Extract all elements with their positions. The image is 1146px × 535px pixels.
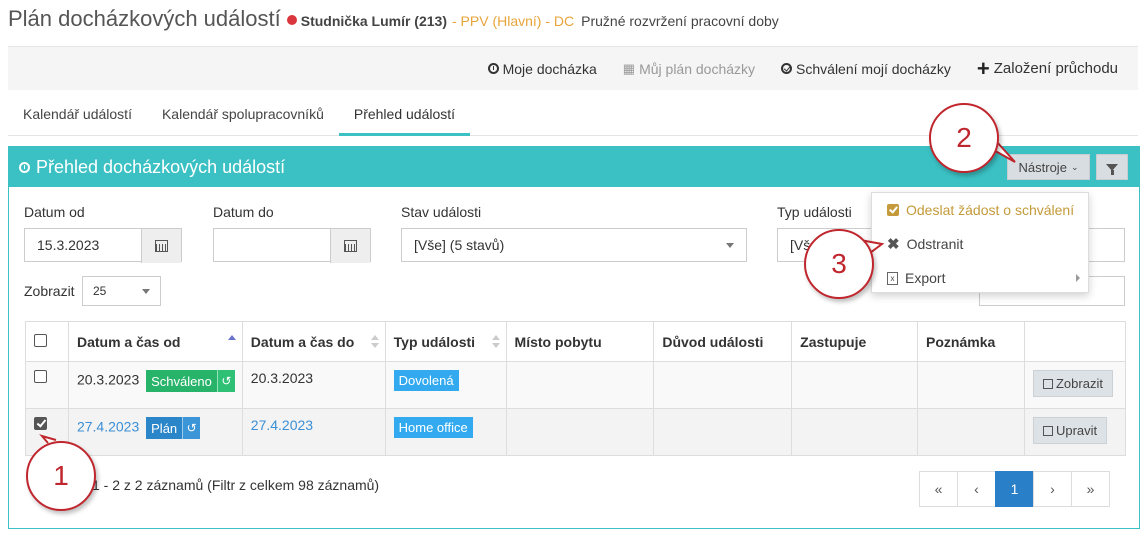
annotation-arrows <box>39 140 1016 444</box>
annotation-3: 3 <box>804 229 874 299</box>
annotation-2: 2 <box>929 103 999 173</box>
annotation-1: 1 <box>26 441 96 511</box>
